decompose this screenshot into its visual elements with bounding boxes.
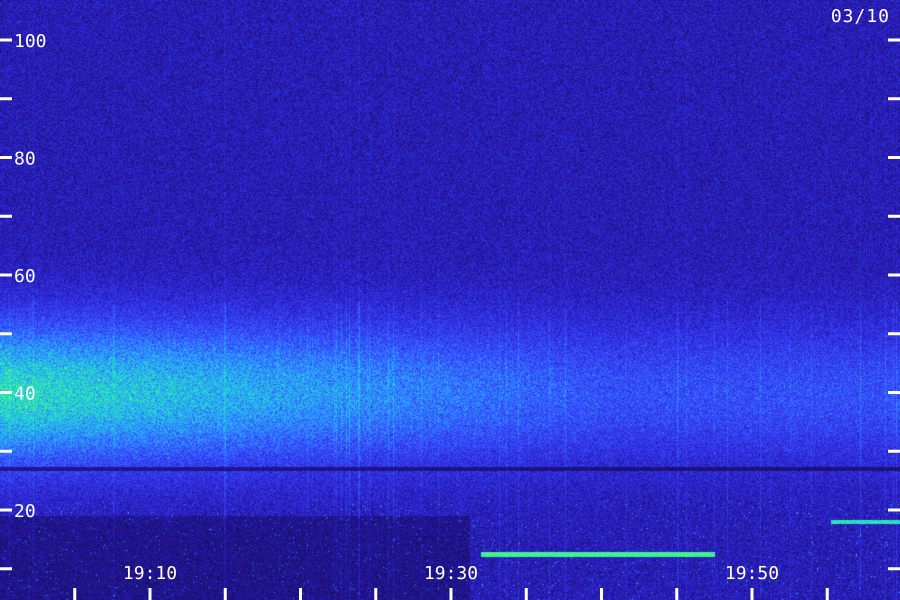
x-tick-label: 19:30	[424, 563, 478, 584]
y-tick-label: 40	[14, 384, 36, 405]
spectrogram-chart: 20 40 60 80 100 19:10 19:30 19:50 03/10	[0, 0, 900, 600]
y-tick-label: 60	[14, 266, 36, 287]
date-label: 03/10	[830, 6, 890, 27]
x-tick-label: 19:50	[725, 563, 779, 584]
y-tick-label: 80	[14, 149, 36, 170]
y-tick-label: 20	[14, 501, 36, 522]
y-tick-label: 100	[14, 31, 47, 52]
axis-layer: 20 40 60 80 100 19:10 19:30 19:50	[0, 31, 900, 600]
x-tick-label: 19:10	[123, 563, 177, 584]
